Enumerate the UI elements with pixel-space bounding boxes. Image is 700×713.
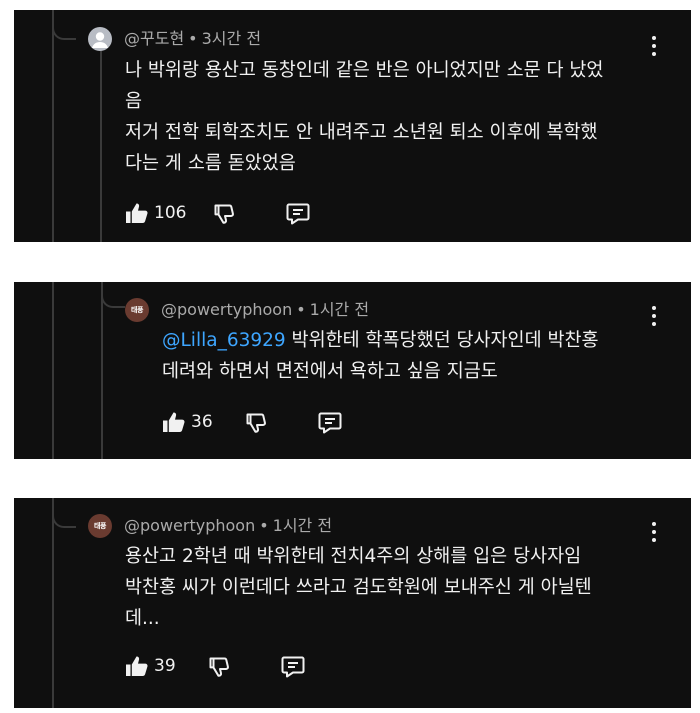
reply-icon[interactable] — [285, 201, 311, 225]
comment-meta: @powertyphoon • 1시간 전 — [124, 516, 332, 536]
comment-line: 나 박위랑 용산고 동창인데 같은 반은 아니었지만 소문 다 났었 — [125, 60, 604, 81]
thumbs-down-icon[interactable] — [206, 654, 230, 678]
meta-separator: • — [188, 29, 198, 48]
comment-line: 데려와 하면서 면전에서 욕하고 싶음 지금도 — [162, 361, 498, 382]
comment-line: 데... — [125, 608, 160, 629]
mention-link[interactable]: @Lilla_63929 — [162, 330, 286, 351]
comment-line: 음 — [125, 91, 143, 112]
avatar[interactable]: 태풍 — [125, 298, 149, 322]
comment-time: 3시간 전 — [201, 29, 262, 48]
like-count: 39 — [154, 656, 176, 676]
comment-line: 용산고 2학년 때 박위한테 전치4주의 상해를 입은 당사자임 — [125, 546, 582, 567]
comment-meta: @powertyphoon • 1시간 전 — [161, 300, 369, 320]
thumbs-down-icon[interactable] — [211, 201, 235, 225]
reply-branch-line — [101, 292, 125, 308]
comment-line: @Lilla_63929 박위한테 학폭당했던 당사자인데 박찬홍 — [162, 325, 599, 356]
comment-text: @Lilla_63929 박위한테 학폭당했던 당사자인데 박찬홍 데려와 하면… — [162, 325, 599, 387]
more-options-icon[interactable] — [651, 36, 657, 56]
comment-line: 박찬홍 씨가 이런데다 쓰라고 검도학원에 보내주신 게 아닐텐 — [125, 577, 592, 598]
comment-line: 다는 게 소름 돋았었음 — [125, 153, 296, 174]
reply-icon[interactable] — [280, 654, 306, 678]
author-name[interactable]: @powertyphoon — [161, 300, 292, 319]
comment-card: @꾸도현 • 3시간 전 나 박위랑 용산고 동창인데 같은 반은 아니었지만 소문… — [14, 10, 691, 242]
comment-card: 태풍 @powertyphoon • 1시간 전 @Lilla_63929 박위한테… — [14, 282, 691, 459]
comment-time: 1시간 전 — [309, 300, 370, 319]
author-name[interactable]: @powertyphoon — [124, 516, 255, 535]
more-options-icon[interactable] — [651, 306, 657, 326]
reply-branch-line — [52, 24, 76, 40]
thumbs-up-icon[interactable] — [125, 202, 149, 224]
comment-meta: @꾸도현 • 3시간 전 — [124, 29, 261, 49]
more-options-icon[interactable] — [651, 522, 657, 542]
reply-icon[interactable] — [317, 410, 343, 434]
comment-line-text: 박위한테 학폭당했던 당사자인데 박찬홍 — [285, 330, 599, 351]
comment-time: 1시간 전 — [272, 516, 333, 535]
comment-actions: 36 — [162, 410, 343, 434]
author-name[interactable]: @꾸도현 — [124, 29, 184, 48]
thread-line — [52, 10, 54, 242]
thread-line — [101, 282, 103, 459]
avatar-label: 태풍 — [131, 306, 143, 314]
avatar-label: 태풍 — [94, 522, 106, 530]
comment-actions: 39 — [125, 654, 306, 678]
meta-separator: • — [296, 300, 306, 319]
meta-separator: • — [259, 516, 269, 535]
thread-line — [52, 498, 54, 708]
thread-line — [52, 282, 54, 459]
reply-branch-line — [52, 512, 76, 528]
thumbs-up-icon[interactable] — [125, 655, 149, 677]
avatar[interactable]: 태풍 — [88, 514, 112, 538]
comment-text: 용산고 2학년 때 박위한테 전치4주의 상해를 입은 당사자임 박찬홍 씨가 … — [125, 541, 592, 634]
comment-text: 나 박위랑 용산고 동창인데 같은 반은 아니었지만 소문 다 났었 음 저거 … — [125, 55, 603, 179]
default-avatar-icon — [92, 32, 108, 48]
comment-actions: 106 — [125, 201, 311, 225]
like-count: 36 — [191, 412, 213, 432]
thumbs-down-icon[interactable] — [243, 410, 267, 434]
comment-line: 저거 전학 퇴학조치도 안 내려주고 소년원 퇴소 이후에 복학했 — [125, 122, 598, 143]
thread-line — [100, 44, 102, 242]
avatar[interactable] — [88, 27, 112, 51]
comment-card: 태풍 @powertyphoon • 1시간 전 용산고 2학년 때 박위한테 전치… — [14, 498, 691, 708]
thumbs-up-icon[interactable] — [162, 411, 186, 433]
like-count: 106 — [154, 203, 187, 223]
